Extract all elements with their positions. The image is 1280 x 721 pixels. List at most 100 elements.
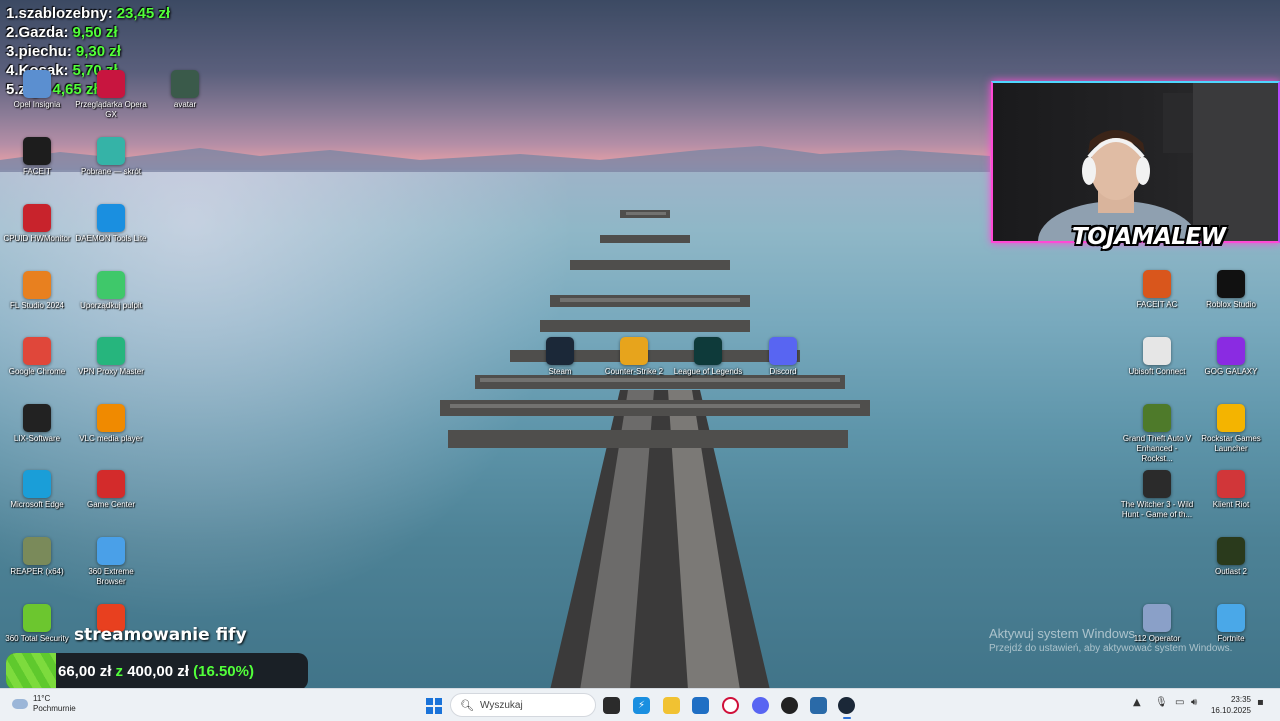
- steam-taskbar-icon[interactable]: [838, 697, 855, 714]
- fl-studio-icon: [23, 271, 51, 299]
- desktop-shortcut-label: Game Center: [86, 500, 136, 509]
- faceit-ac-icon: [1143, 270, 1171, 298]
- outlast-icon: [1217, 537, 1245, 565]
- desktop-shortcut-label: The Witcher 3 - Wild Hunt - Game of th..…: [1120, 500, 1194, 519]
- clock-time: 23:35: [1230, 695, 1251, 704]
- file-explorer-icon[interactable]: [663, 697, 680, 714]
- goal-current: 66,00 zł: [58, 663, 112, 680]
- activate-windows-hint: Przejdź do ustawień, aby aktywować syste…: [989, 643, 1233, 654]
- desktop-shortcut[interactable]: FL Studio 2024: [0, 271, 74, 311]
- desktop-shortcut[interactable]: Roblox Studio: [1194, 270, 1268, 310]
- desktop-shortcut-label: 360 Total Security: [5, 634, 69, 643]
- desktop-shortcut[interactable]: Opel Insignia: [0, 70, 74, 110]
- riot-client-taskbar-icon[interactable]: [781, 697, 798, 714]
- desktop-shortcut[interactable]: Grand Theft Auto V Enhanced - Rockst...: [1120, 404, 1194, 464]
- desktop-shortcut[interactable]: Discord: [746, 337, 820, 377]
- desktop-shortcut[interactable]: VPN Proxy Master: [74, 337, 148, 377]
- search-placeholder: Wyszukaj: [479, 699, 523, 711]
- desktop-shortcut[interactable]: VLC media player: [74, 404, 148, 444]
- desktop-shortcut[interactable]: Uporządkuj pulpit: [74, 271, 148, 311]
- notification-icon[interactable]: ▪: [1257, 697, 1264, 708]
- desktop-shortcut-label: Ubisoft Connect: [1128, 367, 1186, 376]
- desktop-shortcut-label: avatar: [173, 100, 197, 109]
- search-input[interactable]: 🔍︎ Wyszukaj: [450, 693, 596, 717]
- desktop-shortcut[interactable]: Rockstar Games Launcher: [1194, 404, 1268, 454]
- desktop-shortcut[interactable]: avatar: [148, 70, 222, 110]
- streamer-silhouette: [1038, 83, 1278, 241]
- desktop-shortcut[interactable]: Przeglądarka Opera GX: [74, 70, 148, 120]
- search-icon: 🔍︎: [460, 698, 474, 712]
- desktop-shortcut[interactable]: 360 Extreme Browser: [74, 537, 148, 587]
- daemon-tools-taskbar-icon[interactable]: ⚡: [633, 697, 650, 714]
- desktop-shortcut[interactable]: FACEIT: [0, 137, 74, 177]
- leaderboard-row: 2.Gazda: 9,50 zł: [6, 23, 170, 42]
- desktop-shortcut[interactable]: Steam: [523, 337, 597, 377]
- desktop-shortcut[interactable]: REAPER (x64): [0, 537, 74, 577]
- weather-widget[interactable]: 11°C Pochmurnie: [12, 694, 76, 714]
- desktop-shortcut[interactable]: 360 Total Security: [0, 604, 74, 644]
- weather-temp: 11°C: [33, 694, 51, 703]
- goal-connector: z: [115, 663, 124, 680]
- edge-icon: [23, 470, 51, 498]
- start-icon[interactable]: [425, 697, 442, 714]
- desktop-shortcut[interactable]: Game Center: [74, 470, 148, 510]
- desktop-shortcut[interactable]: Microsoft Edge: [0, 470, 74, 510]
- desktop-shortcut-label: Rockstar Games Launcher: [1201, 434, 1261, 453]
- faceit-icon: [23, 137, 51, 165]
- witcher-icon: [1143, 470, 1171, 498]
- network-icon[interactable]: ▭: [1175, 697, 1184, 708]
- game-center-icon: [97, 470, 125, 498]
- leaderboard-name: 3.piechu:: [6, 43, 72, 60]
- app-taskbar-icon[interactable]: [810, 697, 827, 714]
- 360-security-icon: [23, 604, 51, 632]
- active-app-indicator: [843, 717, 851, 719]
- activate-windows-title: Aktywuj system Windows: [989, 626, 1135, 641]
- desktop-shortcut-label: Roblox Studio: [1206, 300, 1256, 309]
- desktop-shortcut[interactable]: The Witcher 3 - Wild Hunt - Game of th..…: [1120, 470, 1194, 520]
- desktop-shortcut[interactable]: Pobrane — skrót: [74, 137, 148, 177]
- vpn-icon: [97, 337, 125, 365]
- desktop-shortcut-label: Grand Theft Auto V Enhanced - Rockst...: [1122, 434, 1192, 463]
- leaderboard-name: 1.szablozebny:: [6, 5, 113, 22]
- lix-software-icon: [23, 404, 51, 432]
- task-view-icon[interactable]: [603, 697, 620, 714]
- desktop-shortcut[interactable]: Google Chrome: [0, 337, 74, 377]
- desktop-shortcut[interactable]: Ubisoft Connect: [1120, 337, 1194, 377]
- desktop-shortcut[interactable]: DAEMON Tools Lite: [74, 204, 148, 244]
- desktop-shortcut[interactable]: LIX-Software: [0, 404, 74, 444]
- opera-gx-taskbar-icon[interactable]: [722, 697, 739, 714]
- ubisoft-icon: [1143, 337, 1171, 365]
- desktop-shortcut-label: FL Studio 2024: [10, 301, 64, 310]
- desktop-shortcut[interactable]: GOG GALAXY: [1194, 337, 1268, 377]
- desktop-shortcut[interactable]: Klient Riot: [1194, 470, 1268, 510]
- desktop-shortcut-label: GOG GALAXY: [1204, 367, 1258, 376]
- desktop-shortcut-label: Przeglądarka Opera GX: [75, 100, 147, 119]
- goal-target: 400,00 zł: [127, 663, 189, 680]
- desktop-shortcut-label: VPN Proxy Master: [78, 367, 144, 376]
- leaderboard-amount: 9,30 zł: [75, 43, 121, 60]
- counter-strike-icon: [620, 337, 648, 365]
- desktop-shortcut[interactable]: Counter-Strike 2: [597, 337, 671, 377]
- car-icon: [23, 70, 51, 98]
- donation-goal-progress: [6, 653, 56, 690]
- desktop-shortcut-label: VLC media player: [79, 434, 143, 443]
- wallpaper-mountains: [0, 146, 990, 172]
- clock[interactable]: 23:35 16.10.2025: [1205, 694, 1251, 716]
- chevron-up-icon[interactable]: ▲: [1133, 697, 1141, 708]
- desktop-shortcut[interactable]: League of Legends: [671, 337, 745, 377]
- avatar-image-icon: [171, 70, 199, 98]
- weather-desc: Pochmurnie: [33, 704, 76, 713]
- desktop-shortcut-label: REAPER (x64): [10, 567, 64, 576]
- desktop-shortcut[interactable]: FACEIT AC: [1120, 270, 1194, 310]
- desktop-shortcut-label: Klient Riot: [1212, 500, 1250, 509]
- cloud-icon: [12, 699, 28, 709]
- discord-taskbar-icon[interactable]: [752, 697, 769, 714]
- desktop-shortcut[interactable]: CPUID HWMonitor: [0, 204, 74, 244]
- microphone-icon[interactable]: 🎙︎: [1155, 697, 1168, 708]
- desktop-shortcut[interactable]: Outlast 2: [1194, 537, 1268, 577]
- donation-goal-title: streamowanie fify: [74, 625, 247, 645]
- desktop-shortcut-label: FACEIT: [22, 167, 51, 176]
- volume-icon[interactable]: 🔊︎: [1191, 697, 1197, 708]
- store-icon[interactable]: [692, 697, 709, 714]
- desktop-shortcut-label: Opel Insignia: [13, 100, 61, 109]
